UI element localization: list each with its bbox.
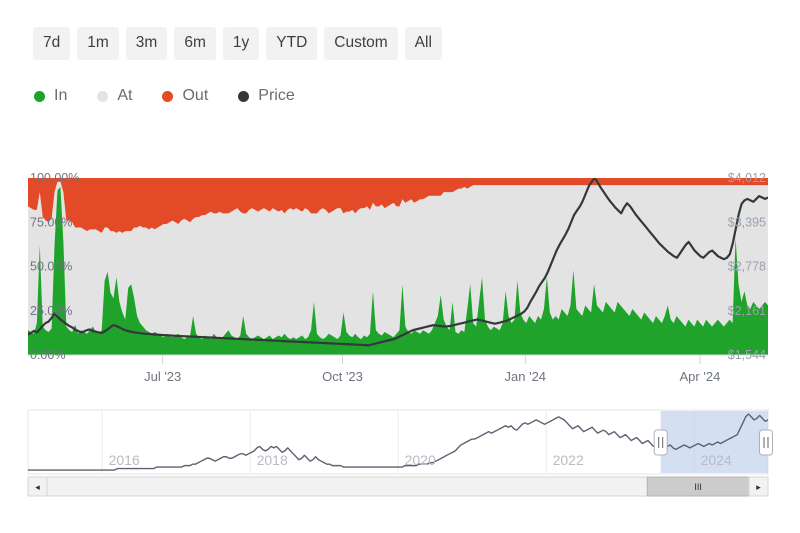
- navigator-year-label: 2018: [257, 452, 288, 468]
- navigator-handle-left[interactable]: [653, 429, 668, 456]
- range-button-1y[interactable]: 1y: [222, 27, 260, 60]
- legend-label: At: [117, 87, 133, 104]
- legend-label: In: [54, 87, 68, 104]
- range-selector: 7d 1m 3m 6m 1y YTD Custom All: [33, 27, 442, 60]
- legend-label: Price: [258, 87, 295, 104]
- scrollbar-left-arrow-icon: ◂: [35, 482, 40, 492]
- scrollbar-right-arrow-icon: ▸: [756, 482, 761, 492]
- y-axis-right-tick-label: $1,544: [728, 348, 766, 362]
- range-button-custom[interactable]: Custom: [324, 27, 398, 60]
- x-axis-tick-label: Apr '24: [680, 369, 721, 384]
- y-axis-right-tick-label: $2,161: [728, 304, 766, 318]
- y-axis-right-tick-label: $4,012: [728, 171, 766, 185]
- main-chart[interactable]: 0.00% 25.00% 50.00% 75.00% 100.00% $1,544 $2,…: [0, 140, 800, 400]
- x-axis-tick-label: Oct '23: [322, 369, 363, 384]
- y-axis-left-tick-label: 50.00%: [30, 260, 72, 274]
- stacked-area-group: [28, 178, 768, 355]
- x-axis: Jul '23 Oct '23 Jan '24 Apr '24: [144, 355, 720, 384]
- chart-legend: In At Out Price: [34, 88, 295, 104]
- range-button-6m[interactable]: 6m: [174, 27, 216, 60]
- stock-chart-widget: 7d 1m 3m 6m 1y YTD Custom All In At Out Price 0: [0, 0, 800, 533]
- scrollbar-right-arrow-button[interactable]: ▸: [748, 476, 769, 497]
- navigator-year-label: 2020: [405, 452, 436, 468]
- y-axis-left-tick-label: 100.00%: [30, 171, 79, 185]
- legend-label: Out: [182, 87, 209, 104]
- main-chart-svg[interactable]: 0.00% 25.00% 50.00% 75.00% 100.00% $1,544 $2,…: [0, 140, 800, 400]
- legend-dot-icon: [97, 90, 109, 102]
- scrollbar-thumb-grip-icon: III: [694, 482, 702, 492]
- legend-item-at[interactable]: At: [97, 88, 132, 104]
- navigator-year-label: 2024: [701, 452, 732, 468]
- range-button-ytd[interactable]: YTD: [266, 27, 318, 60]
- navigator-handle-right[interactable]: [759, 429, 773, 456]
- range-button-3m[interactable]: 3m: [125, 27, 168, 60]
- legend-dot-icon: [238, 90, 250, 102]
- legend-item-price[interactable]: Price: [238, 87, 295, 104]
- x-axis-tick-label: Jul '23: [144, 369, 181, 384]
- navigator-scrollbar[interactable]: ◂ III ▸: [27, 476, 769, 497]
- navigator[interactable]: 2016 2018 2020 2022 2024 ◂ III ▸: [0, 404, 800, 514]
- legend-dot-icon: [162, 90, 174, 102]
- x-axis-tick-label: Jan '24: [505, 369, 547, 384]
- y-axis-left-tick-label: 75.00%: [30, 215, 72, 229]
- y-axis-right-tick-label: $3,395: [728, 215, 766, 229]
- range-button-7d[interactable]: 7d: [33, 27, 71, 60]
- range-button-all[interactable]: All: [404, 27, 442, 60]
- legend-item-in[interactable]: In: [34, 88, 67, 104]
- y-axis-right-tick-label: $2,778: [728, 260, 766, 274]
- y-axis-left-tick-label: 25.00%: [30, 304, 72, 318]
- navigator-year-label: 2022: [553, 452, 584, 468]
- scrollbar-left-arrow-button[interactable]: ◂: [27, 476, 48, 497]
- legend-dot-icon: [34, 90, 45, 102]
- navigator-svg[interactable]: 2016 2018 2020 2022 2024 ◂ III ▸: [0, 404, 800, 514]
- navigator-year-label: 2016: [109, 452, 140, 468]
- range-button-1m[interactable]: 1m: [77, 27, 119, 60]
- legend-item-out[interactable]: Out: [162, 88, 208, 104]
- y-axis-left-tick-label: 0.00%: [30, 348, 65, 362]
